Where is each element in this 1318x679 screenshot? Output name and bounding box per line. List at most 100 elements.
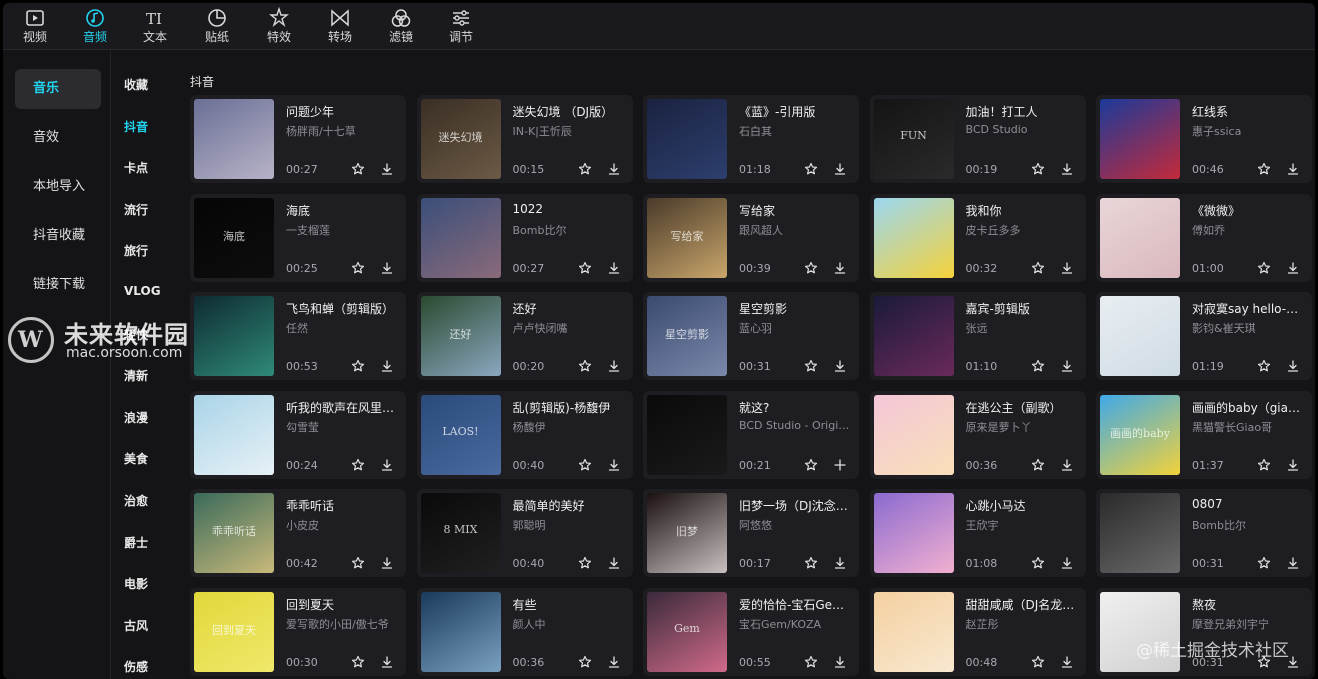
favorite-star-icon[interactable] — [1029, 554, 1047, 572]
song-card[interactable]: 红线系 惠子ssica 00:46 — [1096, 95, 1312, 183]
song-cover[interactable]: 乖乖听话 — [194, 493, 274, 574]
song-cover[interactable]: Gem — [647, 592, 727, 672]
song-card[interactable]: 画画的baby 画画的baby（giao哥版） 黑猫警长Giao哥 01:37 — [1096, 390, 1312, 479]
song-cover[interactable] — [647, 394, 727, 475]
song-cover[interactable]: 回到夏天 — [194, 592, 274, 672]
category-item[interactable]: 卡点 — [124, 159, 148, 176]
favorite-star-icon[interactable] — [1255, 160, 1273, 178]
favorite-star-icon[interactable] — [576, 456, 594, 474]
category-item[interactable]: 旅行 — [124, 242, 148, 259]
favorite-star-icon[interactable] — [1029, 160, 1047, 178]
song-card[interactable]: 有些 颜人中 00:36 — [416, 588, 633, 676]
song-card[interactable]: 嘉宾-剪辑版 张远 01:10 — [869, 292, 1086, 381]
song-cover[interactable] — [647, 99, 727, 179]
download-icon[interactable] — [1058, 259, 1076, 277]
favorite-star-icon[interactable] — [349, 554, 367, 572]
favorite-star-icon[interactable] — [349, 456, 367, 474]
favorite-star-icon[interactable] — [349, 259, 367, 277]
song-cover[interactable]: 迷失幻境 — [420, 99, 501, 179]
favorite-star-icon[interactable] — [349, 357, 367, 375]
favorite-star-icon[interactable] — [1029, 653, 1047, 671]
favorite-star-icon[interactable] — [1255, 653, 1273, 671]
download-icon[interactable] — [605, 653, 623, 671]
favorite-star-icon[interactable] — [576, 554, 594, 572]
download-icon[interactable] — [378, 357, 396, 375]
download-icon[interactable] — [1058, 653, 1076, 671]
download-icon[interactable] — [605, 259, 623, 277]
song-cover[interactable] — [873, 296, 954, 377]
download-icon[interactable] — [605, 160, 623, 178]
download-icon[interactable] — [605, 357, 623, 375]
tab-effects[interactable]: 特效 — [251, 6, 307, 47]
download-icon[interactable] — [1284, 554, 1302, 572]
category-item[interactable]: 治愈 — [124, 492, 148, 509]
song-card[interactable]: 1022 Bomb比尔 00:27 — [416, 193, 633, 282]
category-item[interactable]: 电影 — [124, 575, 148, 592]
song-card[interactable]: 甜甜咸咸（DJ名龙版） 赵芷彤 00:48 — [869, 588, 1086, 676]
favorite-star-icon[interactable] — [1255, 259, 1273, 277]
category-item[interactable]: 收藏 — [124, 76, 148, 93]
download-icon[interactable] — [378, 160, 396, 178]
category-item[interactable]: 清新 — [124, 367, 148, 384]
download-icon[interactable] — [831, 160, 849, 178]
song-card[interactable]: 0807 Bomb比尔 00:31 — [1096, 489, 1312, 578]
song-card[interactable]: 心跳小马达 王欣宇 01:08 — [869, 489, 1086, 578]
song-cover[interactable] — [873, 394, 954, 475]
download-icon[interactable] — [1284, 259, 1302, 277]
favorite-star-icon[interactable] — [1029, 357, 1047, 375]
favorite-star-icon[interactable] — [349, 653, 367, 671]
category-item[interactable]: 爵士 — [124, 534, 148, 551]
favorite-star-icon[interactable] — [1029, 259, 1047, 277]
song-cover[interactable]: 星空剪影 — [647, 296, 727, 377]
song-cover[interactable]: 还好 — [420, 296, 501, 377]
song-card[interactable]: 迷失幻境 迷失幻境 （DJ版） IN-K|王忻辰 00:15 — [416, 95, 633, 183]
category-item[interactable]: 抖音 — [124, 118, 148, 135]
favorite-star-icon[interactable] — [1255, 554, 1273, 572]
song-cover[interactable] — [1100, 493, 1180, 574]
download-icon[interactable] — [378, 554, 396, 572]
category-item[interactable]: 轻快 — [124, 326, 148, 343]
song-cover[interactable]: 海底 — [194, 197, 274, 278]
download-icon[interactable] — [605, 456, 623, 474]
song-cover[interactable] — [420, 197, 501, 278]
sidebar-item-link-download[interactable]: 链接下载 — [15, 265, 101, 305]
song-cover[interactable]: 写给家 — [647, 197, 727, 278]
song-cover[interactable] — [1100, 99, 1180, 179]
song-cover[interactable]: 旧梦 — [647, 493, 727, 574]
song-card[interactable]: FUN 加油！打工人 BCD Studio 00:19 — [869, 95, 1086, 183]
song-card[interactable]: Gem 爱的恰恰-宝石Gem/KOZA 宝石Gem/KOZA 00:55 — [643, 588, 859, 676]
category-item[interactable]: 古风 — [124, 617, 148, 634]
song-card[interactable]: 还好 还好 卢卢快闭嘴 00:20 — [416, 292, 633, 381]
song-card[interactable]: 海底 海底 一支榴莲 00:25 — [190, 193, 406, 282]
download-icon[interactable] — [378, 653, 396, 671]
favorite-star-icon[interactable] — [802, 357, 820, 375]
song-card[interactable]: 就这? BCD Studio - Original 00:21 — [643, 390, 859, 479]
song-card[interactable]: 8 MIX 最简单的美好 郭聪明 00:40 — [416, 489, 633, 578]
favorite-star-icon[interactable] — [1255, 357, 1273, 375]
download-icon[interactable] — [605, 554, 623, 572]
song-cover[interactable]: 8 MIX — [420, 493, 501, 574]
download-icon[interactable] — [1058, 456, 1076, 474]
download-icon[interactable] — [1284, 653, 1302, 671]
favorite-star-icon[interactable] — [802, 259, 820, 277]
song-cover[interactable] — [420, 592, 501, 672]
favorite-star-icon[interactable] — [802, 653, 820, 671]
song-card[interactable]: LAOS! 乱(剪辑版)-杨馥伊 杨馥伊 00:40 — [416, 390, 633, 479]
favorite-star-icon[interactable] — [802, 554, 820, 572]
tab-transition[interactable]: 转场 — [312, 7, 368, 47]
song-card[interactable]: 我和你 皮卡丘多多 00:32 — [869, 193, 1086, 282]
song-cover[interactable] — [194, 99, 274, 179]
download-icon[interactable] — [1284, 160, 1302, 178]
category-item[interactable]: 流行 — [124, 201, 148, 218]
favorite-star-icon[interactable] — [576, 357, 594, 375]
category-item[interactable]: VLOG — [124, 284, 161, 298]
favorite-star-icon[interactable] — [802, 160, 820, 178]
song-card[interactable]: 写给家 写给家 跟风超人 00:39 — [643, 193, 859, 282]
song-card[interactable]: 对寂寞say hello-剪辑版影钧&崔天琪 01:19 — [1096, 292, 1312, 381]
sidebar-item-sound-effects[interactable]: 音效 — [15, 118, 101, 158]
download-icon[interactable] — [831, 554, 849, 572]
favorite-star-icon[interactable] — [576, 653, 594, 671]
song-cover[interactable] — [873, 592, 954, 672]
song-cover[interactable] — [873, 197, 954, 278]
song-cover[interactable]: 画画的baby — [1100, 394, 1180, 475]
